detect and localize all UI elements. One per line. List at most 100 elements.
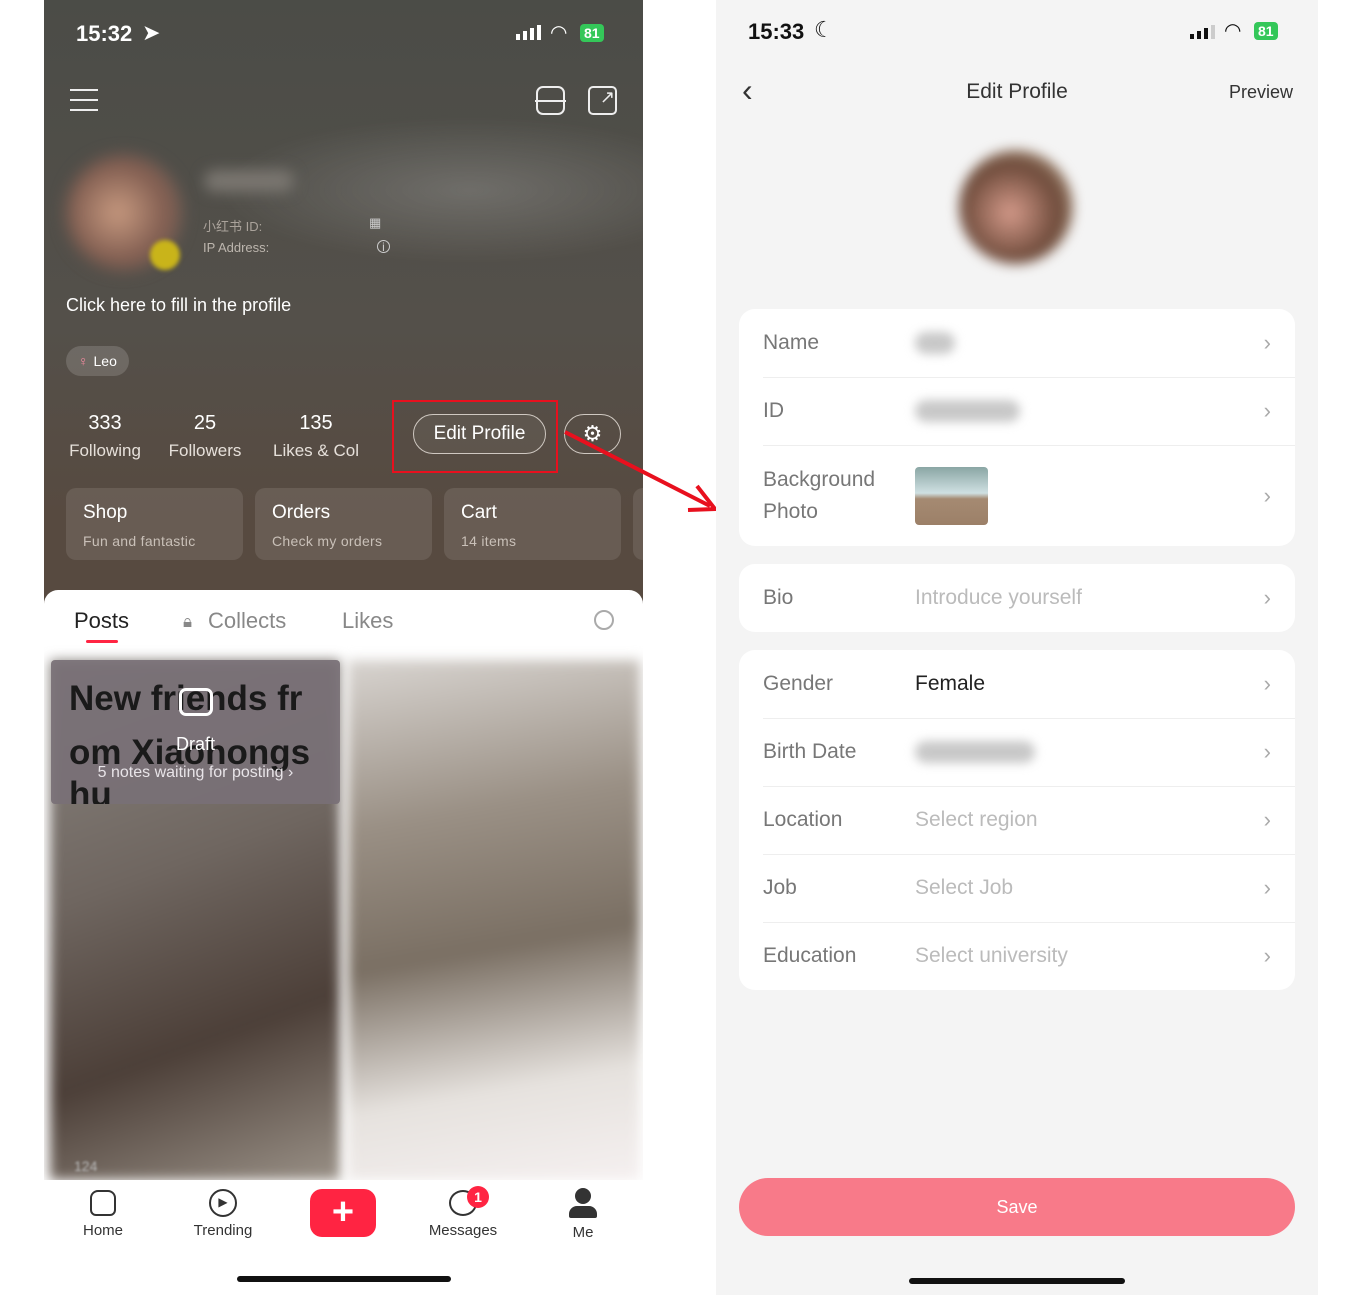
plus-icon: + — [331, 1191, 355, 1233]
stat-value: 333 — [88, 412, 122, 434]
row-name[interactable]: Name › — [739, 309, 1295, 377]
fill-profile-prompt[interactable]: Click here to fill in the profile — [66, 295, 291, 316]
card-subtitle: Fun and fantastic — [83, 533, 196, 549]
info-icon[interactable]: i — [377, 240, 390, 253]
row-id[interactable]: ID › — [739, 377, 1295, 445]
stat-label: Followers — [168, 441, 242, 460]
avatar[interactable] — [959, 150, 1073, 264]
row-location[interactable]: Location Select region › — [739, 786, 1295, 854]
chevron-right-icon: › — [1263, 585, 1271, 610]
bio-placeholder: Introduce yourself — [915, 586, 1082, 609]
home-indicator — [909, 1278, 1125, 1284]
nav-home[interactable]: Home — [58, 1186, 148, 1239]
profile-group-bio: Bio Introduce yourself › — [739, 564, 1295, 632]
menu-icon[interactable] — [70, 89, 98, 111]
post-image[interactable] — [348, 660, 640, 1180]
wifi-icon: ◠ — [550, 22, 568, 44]
edit-profile-screen: 15:33 ☾ ◠ 81 ‹ Edit Profile Preview Name… — [716, 0, 1318, 1295]
draft-card[interactable]: New friends fr om Xiaohongs hu Draft 5 n… — [51, 660, 340, 804]
add-avatar-icon[interactable] — [150, 240, 180, 270]
chevron-right-icon: › — [1263, 807, 1271, 832]
background-photo-thumbnail — [915, 466, 988, 525]
qr-code-icon[interactable]: ▦ — [369, 215, 381, 231]
battery-icon: 81 — [1254, 22, 1278, 40]
post-views: 124 — [74, 1158, 98, 1174]
row-background-photo[interactable]: Background Photo › — [739, 445, 1295, 546]
status-time: 15:33 — [748, 19, 805, 44]
nav-label: Trending — [193, 1222, 253, 1239]
nav-label: Messages — [428, 1222, 498, 1239]
save-button[interactable]: Save — [739, 1178, 1295, 1236]
zodiac-label: Leo — [93, 353, 117, 369]
row-label: ID — [763, 399, 784, 422]
location-arrow-icon: ➤ — [142, 20, 161, 45]
chevron-right-icon: › — [1263, 671, 1271, 696]
row-gender[interactable]: Gender Female › — [739, 650, 1295, 718]
row-label: Name — [763, 331, 820, 354]
scan-icon[interactable] — [535, 86, 566, 115]
birth-date-value — [915, 741, 1035, 763]
search-icon[interactable] — [594, 610, 614, 630]
row-label: Job — [763, 876, 797, 899]
nav-messages[interactable]: Messages — [418, 1186, 508, 1239]
post-button[interactable]: + — [310, 1189, 376, 1237]
nav-trending[interactable]: ▶ Trending — [178, 1186, 268, 1239]
zodiac-tag[interactable]: ♀ Leo — [66, 346, 129, 376]
username — [204, 170, 294, 192]
row-label: Location — [763, 808, 843, 831]
location-placeholder: Select region — [915, 808, 1038, 831]
row-label: Background Photo — [763, 467, 876, 523]
draft-box-icon — [179, 688, 213, 716]
user-icon — [569, 1188, 597, 1218]
play-icon: ▶ — [209, 1189, 237, 1217]
card-subtitle: Check my orders — [272, 533, 383, 549]
row-label: Gender — [763, 672, 834, 695]
stat-following[interactable]: 333 Following — [62, 412, 148, 461]
share-icon[interactable]: ↗ — [588, 86, 617, 115]
stat-value: 135 — [299, 412, 333, 434]
gender-value: Female — [915, 672, 986, 695]
id-value — [915, 400, 1020, 422]
signal-icon — [516, 25, 541, 40]
female-icon: ♀ — [78, 353, 89, 369]
chevron-right-icon: › — [1263, 875, 1271, 900]
draft-subtitle: 5 notes waiting for posting › — [97, 764, 294, 781]
row-job[interactable]: Job Select Job › — [739, 854, 1295, 922]
card-title: Shop — [83, 502, 128, 523]
row-education[interactable]: Education Select university › — [739, 922, 1295, 990]
nav-label: Me — [572, 1224, 594, 1241]
card-shop[interactable]: Shop Fun and fantastic — [66, 488, 243, 560]
home-indicator — [237, 1276, 451, 1282]
tab-posts[interactable]: Posts — [74, 608, 129, 634]
lock-icon: 🔒︎ — [183, 612, 193, 631]
row-bio[interactable]: Bio Introduce yourself › — [739, 564, 1295, 632]
row-label: Bio — [763, 586, 794, 609]
page-title: Edit Profile — [966, 80, 1068, 103]
row-label: Education — [763, 944, 857, 967]
home-icon — [90, 1190, 116, 1216]
preview-button[interactable]: Preview — [1229, 82, 1293, 103]
tab-likes[interactable]: Likes — [342, 608, 393, 634]
row-birth-date[interactable]: Birth Date › — [739, 718, 1295, 786]
stat-likes[interactable]: 135 Likes & Col — [266, 412, 366, 461]
signal-icon — [1190, 25, 1215, 39]
annotation-arrow — [564, 430, 719, 512]
tab-collects[interactable]: Collects — [208, 608, 286, 634]
stat-label: Likes & Col — [273, 441, 359, 460]
status-time: 15:32 — [76, 21, 133, 46]
chevron-right-icon: › — [1263, 943, 1271, 968]
active-tab-indicator — [86, 640, 118, 643]
chevron-right-icon: › — [1263, 398, 1271, 423]
profile-screen: 15:32 ➤ ◠ 81 ↗ 小红书 ID: ▦ IP Address: i C… — [44, 0, 643, 1295]
card-orders[interactable]: Orders Check my orders — [255, 488, 432, 560]
education-placeholder: Select university — [915, 944, 1068, 967]
profile-group-basic: Name › ID › Background Photo › — [739, 309, 1295, 546]
ip-label: IP Address: — [203, 240, 270, 255]
nav-me[interactable]: Me — [538, 1186, 628, 1241]
highlight-box — [392, 400, 558, 473]
profile-group-details: Gender Female › Birth Date › Location Select… — [739, 650, 1295, 990]
chevron-right-icon: › — [1263, 739, 1271, 764]
stat-followers[interactable]: 25 Followers — [162, 412, 248, 461]
stat-value: 25 — [193, 412, 217, 434]
card-subtitle: 14 items — [461, 533, 517, 549]
